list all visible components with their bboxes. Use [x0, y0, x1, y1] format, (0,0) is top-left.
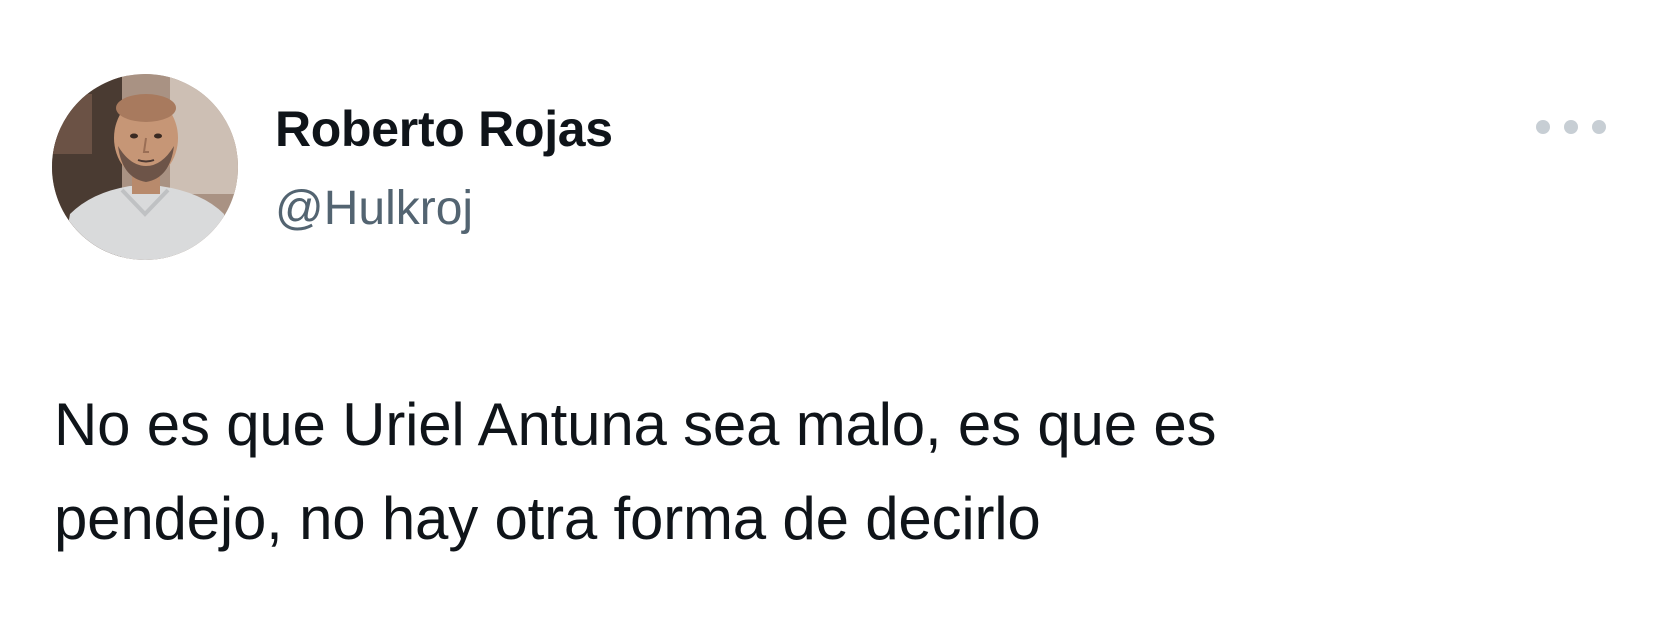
user-handle[interactable]: @Hulkroj — [275, 180, 473, 238]
tweet-card: Roberto Rojas @Hulkroj No es que Uriel A… — [0, 0, 1662, 620]
tweet-text-line: No es que Uriel Antuna sea malo, es que … — [54, 391, 1217, 458]
profile-photo-icon — [52, 74, 238, 260]
tweet-text: No es que Uriel Antuna sea malo, es que … — [54, 378, 1574, 566]
more-options-button[interactable] — [1536, 112, 1606, 142]
display-name[interactable]: Roberto Rojas — [275, 99, 613, 159]
more-horizontal-icon-dot — [1564, 120, 1578, 134]
more-horizontal-icon-dot — [1592, 120, 1606, 134]
tweet-text-line: pendejo, no hay otra forma de decirlo — [54, 485, 1041, 552]
avatar[interactable] — [52, 74, 238, 260]
more-horizontal-icon — [1536, 120, 1550, 134]
